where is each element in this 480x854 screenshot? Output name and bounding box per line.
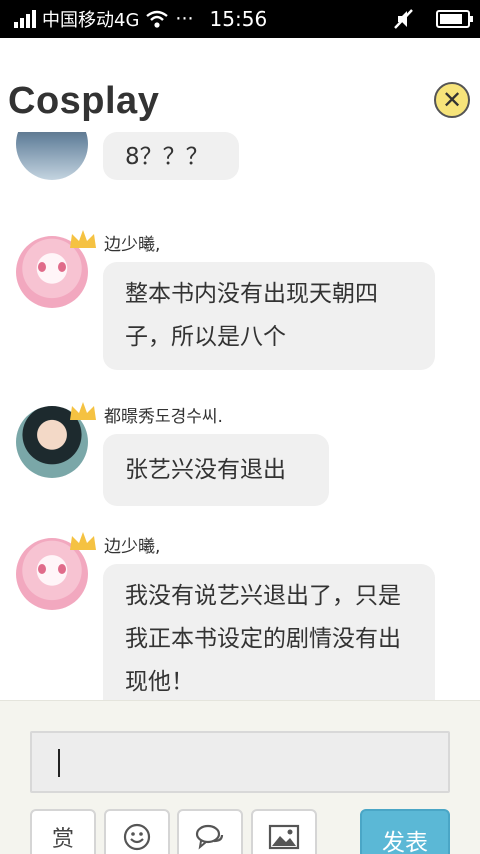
chat-list: 8？？？ 边少曦, 整本书内没有出现天朝四子，所以是八个 都暻秀도경수씨. 张艺…: [0, 132, 480, 700]
header: Cosplay ✕: [0, 38, 480, 132]
status-bar: 中国移动4G ··· 15:56: [0, 0, 480, 38]
clock: 15:56: [209, 7, 268, 31]
emoji-button[interactable]: [104, 809, 170, 854]
image-button[interactable]: [251, 809, 317, 854]
battery-icon: [436, 10, 473, 28]
crown-icon: [70, 532, 96, 550]
image-icon: [268, 824, 300, 850]
carrier-label: 中国移动4G: [42, 10, 140, 31]
message-bubble: 8？？？: [103, 132, 239, 180]
username: 都暻秀도경수씨.: [104, 407, 223, 427]
signal-icon: [14, 10, 36, 28]
username: 边少曦,: [104, 537, 161, 557]
reward-button[interactable]: 赏: [30, 809, 96, 854]
comment-button[interactable]: [177, 809, 243, 854]
comment-input[interactable]: [30, 731, 450, 793]
crown-icon: [70, 230, 96, 248]
username: 边少曦,: [104, 235, 161, 255]
message-bubble: 张艺兴没有退出: [103, 434, 329, 506]
text-caret: [58, 749, 60, 777]
mute-icon: [394, 9, 413, 29]
more-dots: ···: [175, 8, 194, 30]
smiley-icon: [123, 823, 151, 851]
avatar[interactable]: [16, 132, 88, 180]
composer: 赏 发表: [0, 700, 480, 854]
chat-bubbles-icon: [195, 824, 224, 850]
message-bubble: 我没有说艺兴退出了，只是我正本书设定的剧情没有出现他！: [103, 564, 435, 700]
send-button[interactable]: 发表: [360, 809, 450, 854]
wifi-icon: [146, 10, 169, 28]
close-icon[interactable]: ✕: [434, 82, 470, 118]
page-title: Cosplay: [8, 80, 160, 122]
crown-icon: [70, 402, 96, 420]
message-bubble: 整本书内没有出现天朝四子，所以是八个: [103, 262, 435, 370]
